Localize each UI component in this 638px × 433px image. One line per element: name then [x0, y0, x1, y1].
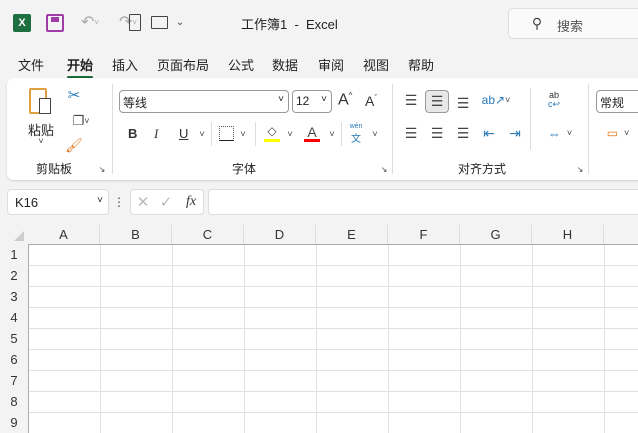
chevron-down-icon: ˅: [321, 94, 327, 105]
row-header-8[interactable]: 8: [0, 391, 28, 412]
divider: [588, 84, 589, 174]
alignment-launcher-icon[interactable]: ↘: [576, 165, 584, 174]
bold-button[interactable]: B: [128, 126, 137, 141]
align-center-icon[interactable]: ☰: [429, 125, 445, 141]
borders-dropdown-icon[interactable]: ˅: [238, 128, 248, 140]
font-size-select[interactable]: 12 ˅: [292, 90, 332, 113]
search-placeholder: 搜索: [557, 19, 584, 34]
column-header-f[interactable]: F: [388, 225, 460, 244]
clipboard-launcher-icon[interactable]: ↘: [98, 165, 106, 174]
font-color-dropdown-icon[interactable]: ˅: [327, 128, 337, 140]
divider: [530, 88, 531, 150]
font-color-icon[interactable]: A: [304, 124, 320, 142]
phonetic-guide-icon[interactable]: wén 文: [348, 123, 364, 145]
more-options-icon[interactable]: ⋮: [113, 194, 125, 210]
row-header-4[interactable]: 4: [0, 307, 28, 328]
underline-dropdown-icon[interactable]: ˅: [197, 128, 207, 140]
new-file-icon[interactable]: [129, 14, 141, 31]
paste-dropdown-icon[interactable]: ˅: [36, 136, 46, 146]
tab-help[interactable]: 帮助: [408, 55, 434, 74]
divider: [392, 84, 393, 174]
insert-function-icon[interactable]: fx: [180, 193, 202, 211]
tab-file[interactable]: 文件: [18, 55, 44, 74]
font-group-label: 字体: [232, 162, 257, 176]
font-name-value: 等线: [123, 96, 148, 110]
tab-review[interactable]: 审阅: [318, 55, 344, 74]
row-header-3[interactable]: 3: [0, 286, 28, 307]
fill-color-dropdown-icon[interactable]: ˅: [285, 128, 295, 140]
font-launcher-icon[interactable]: ↘: [380, 165, 388, 174]
column-header-h[interactable]: H: [532, 225, 604, 244]
chevron-down-icon: ˅: [97, 195, 103, 206]
cell-grid[interactable]: [28, 244, 638, 433]
select-all-button[interactable]: [0, 225, 28, 244]
copy-icon[interactable]: ❐ ˅: [66, 112, 96, 130]
row-header-6[interactable]: 6: [0, 349, 28, 370]
clipboard-group-label: 剪贴板: [36, 162, 73, 176]
formula-input[interactable]: [208, 189, 638, 215]
divider: [211, 122, 212, 146]
enter-icon[interactable]: ✓: [158, 194, 174, 211]
tab-home[interactable]: 开始: [67, 55, 94, 79]
align-right-icon[interactable]: ☰: [455, 125, 471, 141]
middle-align-icon[interactable]: ☰: [425, 90, 449, 113]
tab-formulas[interactable]: 公式: [228, 55, 254, 74]
row-header-7[interactable]: 7: [0, 370, 28, 391]
alignment-group-label: 对齐方式: [458, 162, 507, 176]
row-header-9[interactable]: 9: [0, 412, 28, 433]
row-header-2[interactable]: 2: [0, 265, 28, 286]
format-painter-icon[interactable]: 🖌: [65, 137, 83, 153]
orientation-icon[interactable]: ab↗ ˅: [480, 92, 512, 108]
decrease-font-size-button[interactable]: Aˇ: [365, 93, 377, 109]
tab-page-layout[interactable]: 页面布局: [157, 55, 209, 74]
merge-center-icon[interactable]: ⇔ ˅: [544, 125, 576, 141]
increase-font-size-button[interactable]: A^: [338, 91, 352, 109]
column-header-c[interactable]: C: [172, 225, 244, 244]
underline-button[interactable]: U: [179, 126, 188, 141]
cancel-icon[interactable]: ✕: [135, 194, 151, 211]
chevron-down-icon: ˅: [278, 94, 284, 105]
column-header-e[interactable]: E: [316, 225, 388, 244]
save-icon[interactable]: [46, 14, 64, 32]
top-align-icon[interactable]: ☰: [403, 92, 419, 108]
column-header-b[interactable]: B: [100, 225, 172, 244]
row-header-1[interactable]: 1: [0, 244, 28, 265]
search-box[interactable]: ⚲ 搜索: [508, 8, 638, 39]
excel-logo-icon: X: [13, 14, 31, 32]
divider: [341, 122, 342, 146]
undo-icon[interactable]: ↶ ˅: [76, 12, 104, 32]
bottom-align-icon[interactable]: ☰: [455, 95, 471, 112]
tab-insert[interactable]: 插入: [112, 55, 138, 74]
wrap-text-icon[interactable]: ab c↩: [545, 90, 563, 110]
customize-toolbar-icon[interactable]: ⌄: [174, 14, 186, 30]
borders-icon[interactable]: [219, 126, 234, 141]
font-name-select[interactable]: 等线 ˅: [119, 90, 289, 113]
column-header-g[interactable]: G: [460, 225, 532, 244]
divider: [112, 84, 113, 174]
tab-data[interactable]: 数据: [272, 55, 298, 74]
column-header-d[interactable]: D: [244, 225, 316, 244]
column-header-a[interactable]: A: [28, 225, 100, 244]
italic-button[interactable]: I: [154, 126, 158, 142]
fill-color-icon[interactable]: ◇: [264, 124, 280, 142]
divider: [255, 122, 256, 146]
open-folder-icon[interactable]: [151, 16, 168, 29]
number-format-value: 常规: [600, 96, 625, 110]
phonetic-label: wén: [349, 123, 363, 130]
accounting-format-icon[interactable]: ▭ ˅: [600, 125, 636, 141]
number-format-select[interactable]: 常规: [596, 90, 638, 113]
decrease-indent-icon[interactable]: ⇤: [481, 125, 497, 141]
paste-icon[interactable]: [29, 88, 51, 114]
search-icon: ⚲: [531, 14, 543, 31]
window-title: 工作簿1 - Excel: [241, 17, 338, 32]
name-box-value: K16: [15, 195, 39, 210]
phonetic-dropdown-icon[interactable]: ˅: [370, 128, 380, 140]
name-box[interactable]: K16 ˅: [7, 189, 109, 215]
tab-view[interactable]: 视图: [363, 55, 389, 74]
increase-indent-icon[interactable]: ⇥: [507, 125, 523, 141]
row-header-5[interactable]: 5: [0, 328, 28, 349]
align-left-icon[interactable]: ☰: [403, 125, 419, 141]
font-size-value: 12: [296, 94, 310, 108]
cut-icon[interactable]: ✂: [66, 86, 82, 104]
